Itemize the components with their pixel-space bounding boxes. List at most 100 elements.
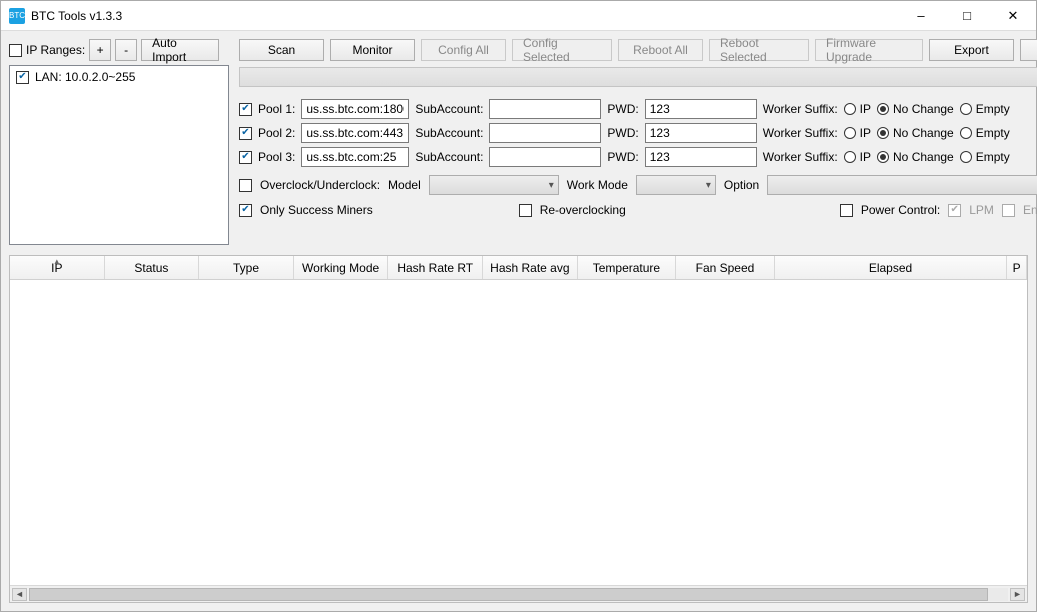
only-success-checkbox[interactable] (239, 204, 252, 217)
monitor-button[interactable]: Monitor (330, 39, 415, 61)
ip-ranges-panel: IP Ranges: + - Auto Import LAN: 10.0.2.0… (9, 39, 229, 245)
options-row: Only Success Miners Re-overclocking Powe… (239, 203, 1037, 217)
subaccount-input[interactable] (489, 99, 601, 119)
column-header[interactable]: Working Mode (294, 256, 389, 279)
ip-range-item[interactable]: LAN: 10.0.2.0~255 (16, 70, 222, 84)
ws-radio-nochange[interactable]: No Change (877, 102, 954, 116)
scroll-track[interactable] (29, 588, 1008, 601)
subaccount-input[interactable] (489, 123, 601, 143)
subaccount-label: SubAccount: (415, 126, 483, 140)
progress-bar (239, 67, 1037, 87)
ws-radio-ip[interactable]: IP (844, 150, 871, 164)
auto-import-button[interactable]: Auto Import (141, 39, 219, 61)
toolbar: Scan Monitor Config All Config Selected … (239, 39, 1037, 61)
ip-add-button[interactable]: + (89, 39, 111, 61)
pwd-input[interactable] (645, 147, 757, 167)
subaccount-label: SubAccount: (415, 102, 483, 116)
ws-radio-nochange[interactable]: No Change (877, 126, 954, 140)
pwd-label: PWD: (607, 126, 638, 140)
pwd-input[interactable] (645, 123, 757, 143)
ws-radio-nochange[interactable]: No Change (877, 150, 954, 164)
pool-checkbox[interactable] (239, 151, 252, 164)
column-header[interactable]: Status (105, 256, 200, 279)
firmware-upgrade-button[interactable]: Firmware Upgrade (815, 39, 923, 61)
pools: Pool 1: SubAccount: PWD: Worker Suffix: IP No… (239, 99, 1037, 167)
horizontal-scrollbar[interactable]: ◄ ► (10, 585, 1027, 602)
ws-radio-ip[interactable]: IP (844, 102, 871, 116)
pool-row: Pool 3: SubAccount: PWD: Worker Suffix: IP No… (239, 147, 1037, 167)
table-body[interactable] (10, 280, 1027, 585)
scroll-left-button[interactable]: ◄ (12, 588, 27, 601)
maximize-button[interactable]: □ (944, 1, 990, 30)
scan-button[interactable]: Scan (239, 39, 324, 61)
pool-url-input[interactable] (301, 99, 409, 119)
ip-ranges-label: IP Ranges: (26, 43, 85, 57)
pool-label: Pool 2: (258, 126, 295, 140)
config-panel: Scan Monitor Config All Config Selected … (239, 39, 1037, 245)
re-overclocking-label: Re-overclocking (540, 203, 626, 217)
ws-radio-empty[interactable]: Empty (960, 126, 1010, 140)
workmode-label: Work Mode (567, 178, 628, 192)
pwd-label: PWD: (607, 102, 638, 116)
subaccount-label: SubAccount: (415, 150, 483, 164)
pwd-input[interactable] (645, 99, 757, 119)
config-selected-button[interactable]: Config Selected (512, 39, 612, 61)
titlebar: BTC BTC Tools v1.3.3 – □ ✕ (1, 1, 1036, 31)
column-header[interactable]: P (1007, 256, 1027, 279)
pool-checkbox[interactable] (239, 103, 252, 116)
model-combo[interactable] (429, 175, 559, 195)
column-header[interactable]: Fan Speed (676, 256, 775, 279)
pool-checkbox[interactable] (239, 127, 252, 140)
pool-label: Pool 3: (258, 150, 295, 164)
pool-row: Pool 1: SubAccount: PWD: Worker Suffix: IP No… (239, 99, 1037, 119)
column-header[interactable]: Hash Rate RT (388, 256, 483, 279)
model-label: Model (388, 178, 421, 192)
column-header[interactable]: IP (10, 256, 105, 279)
scroll-right-button[interactable]: ► (1010, 588, 1025, 601)
ws-radio-empty[interactable]: Empty (960, 102, 1010, 116)
window-title: BTC Tools v1.3.3 (31, 9, 898, 23)
column-header[interactable]: Elapsed (775, 256, 1008, 279)
pool-label: Pool 1: (258, 102, 295, 116)
only-success-label: Only Success Miners (260, 203, 373, 217)
close-button[interactable]: ✕ (990, 1, 1036, 30)
enhanced-lpm-checkbox (1002, 204, 1015, 217)
option-combo[interactable] (767, 175, 1037, 195)
pool-url-input[interactable] (301, 147, 409, 167)
power-control-label: Power Control: (861, 203, 940, 217)
column-header[interactable]: Type (199, 256, 294, 279)
ws-radio-ip[interactable]: IP (844, 126, 871, 140)
scroll-thumb[interactable] (29, 588, 988, 601)
power-control-checkbox[interactable] (840, 204, 853, 217)
export-button[interactable]: Export (929, 39, 1014, 61)
re-overclocking-checkbox[interactable] (519, 204, 532, 217)
ip-range-item-checkbox[interactable] (16, 71, 29, 84)
ip-ranges-row: IP Ranges: + - Auto Import (9, 39, 229, 61)
ws-radio-empty[interactable]: Empty (960, 150, 1010, 164)
window-buttons: – □ ✕ (898, 1, 1036, 30)
pwd-label: PWD: (607, 150, 638, 164)
ip-remove-button[interactable]: - (115, 39, 137, 61)
ip-range-list[interactable]: LAN: 10.0.2.0~255 (9, 65, 229, 245)
pool-url-input[interactable] (301, 123, 409, 143)
config-all-button[interactable]: Config All (421, 39, 506, 61)
worker-suffix-label: Worker Suffix: (763, 102, 838, 116)
minimize-button[interactable]: – (898, 1, 944, 30)
worker-suffix-label: Worker Suffix: (763, 126, 838, 140)
overclock-row: Overclock/Underclock: Model Work Mode Op… (239, 175, 1037, 195)
workmode-combo[interactable] (636, 175, 716, 195)
settings-button[interactable]: Settings (1020, 39, 1037, 61)
ip-ranges-checkbox[interactable] (9, 44, 22, 57)
overclock-checkbox[interactable] (239, 179, 252, 192)
upper-panel: IP Ranges: + - Auto Import LAN: 10.0.2.0… (1, 31, 1036, 245)
column-header[interactable]: Temperature (578, 256, 677, 279)
reboot-all-button[interactable]: Reboot All (618, 39, 703, 61)
lpm-checkbox (948, 204, 961, 217)
reboot-selected-button[interactable]: Reboot Selected (709, 39, 809, 61)
subaccount-input[interactable] (489, 147, 601, 167)
lpm-label: LPM (969, 203, 994, 217)
worker-suffix-label: Worker Suffix: (763, 150, 838, 164)
option-label: Option (724, 178, 759, 192)
miners-table: IPStatusTypeWorking ModeHash Rate RTHash… (9, 255, 1028, 603)
column-header[interactable]: Hash Rate avg (483, 256, 578, 279)
